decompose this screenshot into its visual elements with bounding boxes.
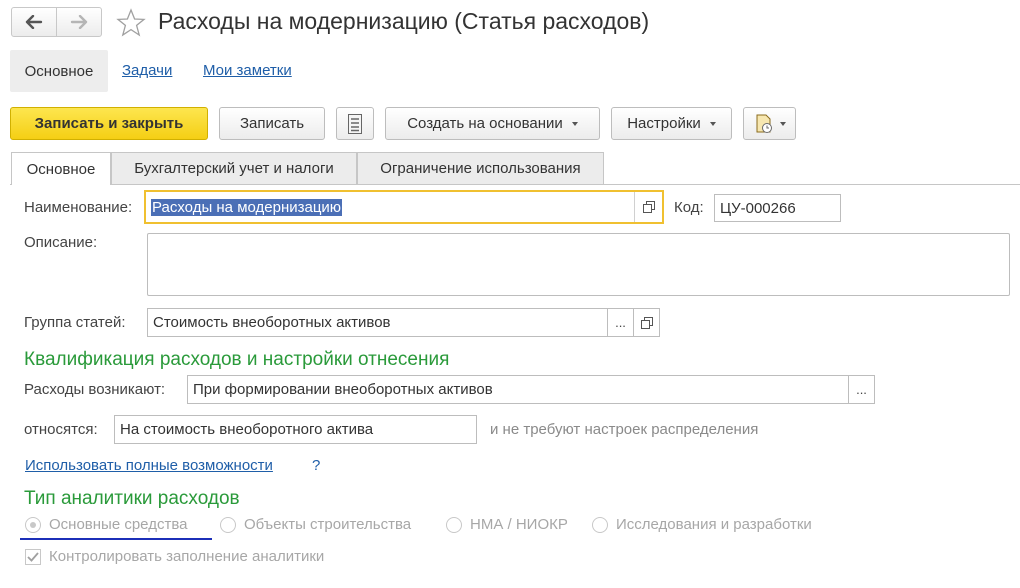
arise-field[interactable]: При формировании внеоборотных активов bbox=[187, 375, 849, 404]
description-field[interactable] bbox=[147, 233, 1010, 296]
tab-strip-border bbox=[10, 184, 1020, 185]
radio-label: Исследования и разработки bbox=[616, 516, 812, 533]
forward-arrow-icon bbox=[70, 15, 88, 29]
chevron-down-icon bbox=[571, 121, 578, 126]
tab-accounting[interactable]: Бухгалтерский учет и налоги bbox=[111, 152, 357, 184]
section-tasks-link[interactable]: Задачи bbox=[122, 62, 172, 79]
checkbox-label: Контролировать заполнение аналитики bbox=[49, 548, 325, 565]
radio-empty-icon bbox=[446, 516, 462, 533]
list-report-icon bbox=[348, 113, 362, 134]
section-notes-link[interactable]: Мои заметки bbox=[203, 62, 292, 79]
back-button[interactable] bbox=[12, 8, 56, 36]
attachment-icon bbox=[756, 114, 772, 133]
arise-select-button[interactable]: ... bbox=[849, 375, 875, 404]
control-analytics-checkbox[interactable]: Контролировать заполнение аналитики bbox=[25, 548, 324, 565]
tab-usage-restriction[interactable]: Ограничение использования bbox=[357, 152, 604, 184]
back-arrow-icon bbox=[25, 15, 43, 29]
forward-button[interactable] bbox=[56, 8, 101, 36]
navigation-buttons bbox=[11, 7, 102, 37]
relate-hint: и не требуют настроек распределения bbox=[490, 421, 759, 438]
checkbox-checked-icon bbox=[25, 548, 41, 565]
create-based-on-label: Создать на основании bbox=[407, 115, 563, 132]
name-value: Расходы на модернизацию bbox=[151, 198, 343, 216]
settings-label: Настройки bbox=[627, 115, 701, 132]
tab-main[interactable]: Основное bbox=[11, 152, 111, 185]
full-features-link[interactable]: Использовать полные возможности bbox=[25, 457, 273, 474]
help-icon[interactable]: ? bbox=[312, 457, 320, 474]
chevron-down-icon bbox=[709, 121, 716, 126]
attachments-button[interactable] bbox=[743, 107, 796, 140]
name-open-button[interactable] bbox=[634, 192, 663, 222]
relate-label: относятся: bbox=[24, 421, 98, 438]
radio-empty-icon bbox=[592, 516, 608, 533]
radio-label: Основные средства bbox=[49, 516, 188, 533]
radio-intangible-assets[interactable]: НМА / НИОКР bbox=[446, 516, 568, 533]
chevron-down-icon bbox=[779, 121, 786, 126]
radio-empty-icon bbox=[220, 516, 236, 533]
report-button[interactable] bbox=[336, 107, 374, 140]
group-label: Группа статей: bbox=[24, 314, 126, 331]
radio-research-development[interactable]: Исследования и разработки bbox=[592, 516, 812, 533]
radio-label: Объекты строительства bbox=[244, 516, 412, 533]
radio-construction-objects[interactable]: Объекты строительства bbox=[220, 516, 411, 533]
section-main[interactable]: Основное bbox=[10, 50, 108, 92]
open-form-icon bbox=[643, 201, 655, 213]
name-field[interactable]: Расходы на модернизацию bbox=[144, 190, 664, 224]
radio-fixed-assets[interactable]: Основные средства bbox=[25, 516, 187, 533]
analytics-heading: Тип аналитики расходов bbox=[24, 488, 240, 509]
code-label: Код: bbox=[674, 199, 704, 216]
group-field[interactable]: Стоимость внеоборотных активов bbox=[147, 308, 608, 337]
annotation-underline bbox=[20, 538, 212, 540]
save-and-close-button[interactable]: Записать и закрыть bbox=[10, 107, 208, 140]
relate-field[interactable]: На стоимость внеоборотного актива bbox=[114, 415, 477, 444]
arise-label: Расходы возникают: bbox=[24, 381, 166, 398]
group-select-button[interactable]: ... bbox=[608, 308, 634, 337]
qualification-heading: Квалификация расходов и настройки отнесе… bbox=[24, 349, 450, 370]
code-field[interactable]: ЦУ-000266 bbox=[714, 194, 841, 222]
name-label: Наименование: bbox=[24, 199, 133, 216]
group-open-button[interactable] bbox=[634, 308, 660, 337]
open-form-icon bbox=[640, 316, 653, 329]
save-button[interactable]: Записать bbox=[219, 107, 325, 140]
radio-label: НМА / НИОКР bbox=[470, 516, 568, 533]
page-title: Расходы на модернизацию (Статья расходов… bbox=[158, 8, 650, 34]
favorite-star-icon[interactable] bbox=[116, 8, 146, 38]
settings-button[interactable]: Настройки bbox=[611, 107, 732, 140]
create-based-on-button[interactable]: Создать на основании bbox=[385, 107, 600, 140]
description-label: Описание: bbox=[24, 234, 98, 251]
radio-selected-icon bbox=[25, 516, 41, 533]
